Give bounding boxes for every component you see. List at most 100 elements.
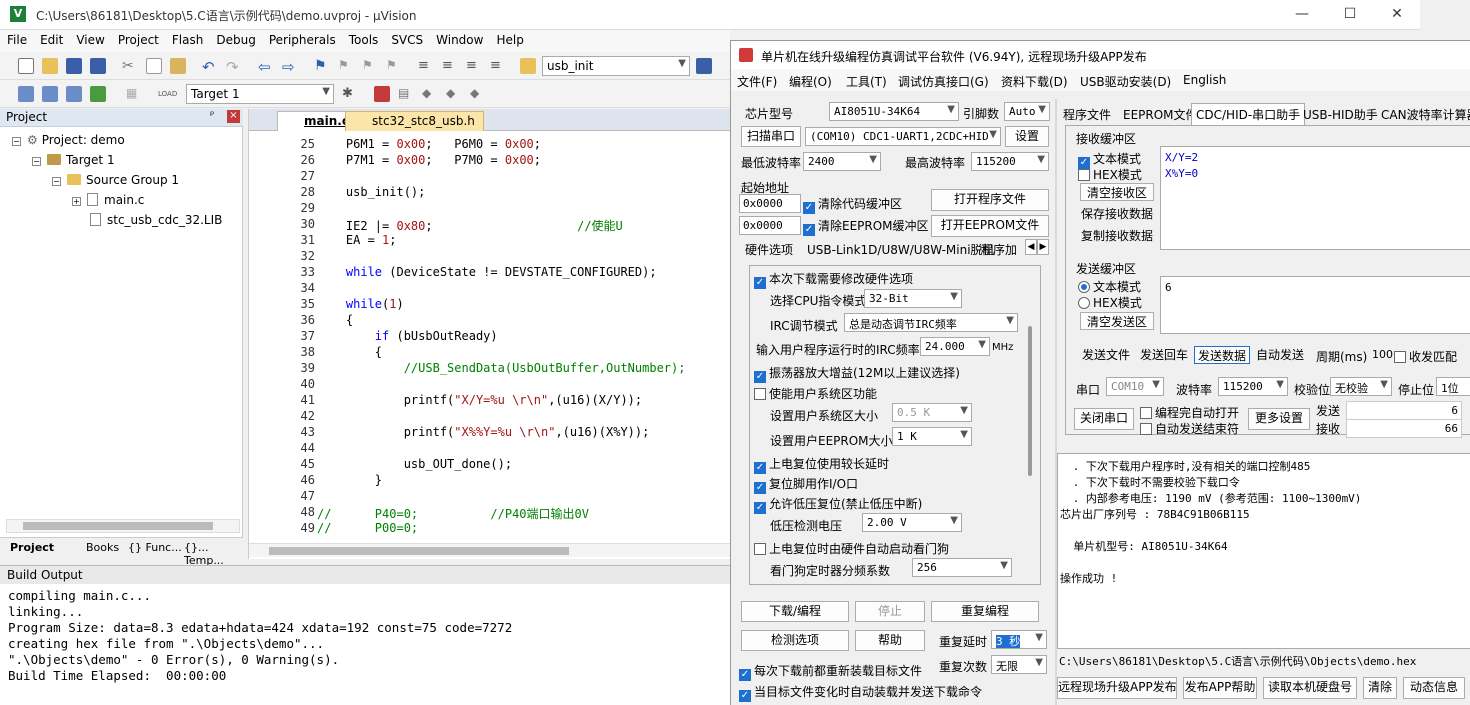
open-file-icon[interactable] <box>42 58 58 74</box>
clear-eeprom-buffer-checkbox[interactable]: ✓ 清除EEPROM缓冲区 <box>803 217 929 236</box>
find-in-files-icon[interactable] <box>520 58 536 74</box>
copy-icon[interactable] <box>146 58 162 74</box>
pins-select[interactable]: Auto ▼ <box>1004 102 1050 121</box>
tab-program-add[interactable]: 程序加 <box>981 241 1017 258</box>
select-pack-icon[interactable]: ◆ <box>446 86 462 102</box>
read-disk-number-button[interactable]: 读取本机硬盘号 <box>1263 677 1357 699</box>
copy-receive-button[interactable]: 复制接收数据 <box>1078 227 1156 245</box>
publish-app-help-button[interactable]: 发布APP帮助 <box>1183 677 1257 699</box>
clear-send-button[interactable]: 清空发送区 <box>1080 312 1154 330</box>
open-eeprom-file-button[interactable]: 打开EEPROM文件 <box>931 215 1049 237</box>
tab-templates[interactable]: {}... Temp... <box>184 541 243 567</box>
repeat-count-select[interactable]: 无限 ▼ <box>991 655 1047 674</box>
isp-menu-program[interactable]: 编程(O) <box>789 73 832 90</box>
irc-mode-select[interactable]: 总是动态调节IRC频率 ▼ <box>844 313 1018 332</box>
chip-model-select[interactable]: AI8051U-34K64 ▼ <box>829 102 959 121</box>
uncomment-icon[interactable]: ≡ <box>490 58 506 74</box>
more-settings-button[interactable]: 更多设置 <box>1248 408 1310 430</box>
isp-menu-download[interactable]: 资料下载(D) <box>1001 73 1068 90</box>
period-value[interactable]: 100 <box>1372 348 1393 361</box>
indent-icon[interactable]: ≡ <box>418 58 434 74</box>
open-program-file-button[interactable]: 打开程序文件 <box>931 189 1049 211</box>
tab-cdc-hid-serial[interactable]: CDC/HID-串口助手 <box>1191 103 1306 125</box>
menu-file[interactable]: File <box>0 30 33 47</box>
osc-gain-checkbox[interactable]: ✓ 振荡器放大增益(12M以上建议选择) <box>754 364 960 383</box>
irc-frequency-input[interactable]: 24.000 ▼ <box>920 337 990 356</box>
clear-receive-button[interactable]: 清空接收区 <box>1080 183 1154 201</box>
tab-project[interactable]: Project <box>10 541 54 554</box>
modify-hw-options-checkbox[interactable]: ✓ 本次下载需要修改硬件选项 <box>754 270 913 289</box>
reload-before-download-checkbox[interactable]: ✓ 每次下载前都重新装载目标文件 <box>739 662 922 681</box>
receive-textarea[interactable]: X/Y=2 X%Y=0 <box>1160 146 1470 250</box>
menu-help[interactable]: Help <box>489 30 529 47</box>
file-extensions-icon[interactable]: ▤ <box>398 86 414 102</box>
auto-send-terminator-checkbox[interactable]: 自动发送结束符 <box>1140 420 1239 437</box>
stop-button[interactable]: 停止 <box>855 601 925 622</box>
isp-menu-file[interactable]: 文件(F) <box>737 73 777 90</box>
tab-scroll-left-icon[interactable]: ◀ <box>1025 239 1037 255</box>
nav-forward-icon[interactable]: ⇨ <box>282 58 298 76</box>
isp-menu-english[interactable]: English <box>1183 73 1226 87</box>
port-select[interactable]: (COM10) CDC1-UART1,2CDC+HID ▼ <box>805 127 1001 146</box>
auto-send-button[interactable]: 自动发送 <box>1252 346 1308 364</box>
send-cr-button[interactable]: 发送回车 <box>1136 346 1192 364</box>
match-checkbox[interactable]: 收发匹配 <box>1394 348 1457 365</box>
panel-close-icon[interactable]: × <box>227 110 240 123</box>
watchdog-auto-start-checkbox[interactable]: 上电复位时由硬件自动启动看门狗 <box>754 540 949 557</box>
code-area[interactable]: 25 P6M1 = 0x00; P6M0 = 0x00; 26 P7M1 = 0… <box>249 131 731 537</box>
tab-program-file[interactable]: 程序文件 <box>1063 106 1111 123</box>
user-system-area-checkbox[interactable]: 使能用户系统区功能 <box>754 385 877 402</box>
clear-bookmarks-icon[interactable]: ⚑ <box>386 58 402 74</box>
menu-peripherals[interactable]: Peripherals <box>262 30 342 47</box>
pin-icon[interactable]: ᵖ <box>210 110 214 121</box>
menu-window[interactable]: Window <box>429 30 489 47</box>
tab-functions[interactable]: {} Func... <box>128 541 182 554</box>
manage-components-icon[interactable] <box>374 86 390 102</box>
find-combo[interactable]: usb_init ▼ <box>542 56 690 76</box>
download-program-button[interactable]: 下载/编程 <box>741 601 849 622</box>
help-button[interactable]: 帮助 <box>855 630 925 651</box>
tree-target[interactable]: − Target 1 <box>32 153 115 167</box>
editor-tab-header[interactable]: stc32_stc8_usb.h <box>345 111 484 131</box>
eeprom-start-address-input[interactable]: 0x0000 <box>739 216 801 235</box>
load-icon[interactable]: LOAD <box>158 86 177 102</box>
tab-hardware-options[interactable]: 硬件选项 <box>745 241 793 258</box>
repeat-delay-select[interactable]: 3 秒 ▼ <box>991 630 1047 649</box>
watchdog-divider-select[interactable]: 256 ▼ <box>912 558 1012 577</box>
target-options-icon[interactable]: ✱ <box>342 86 358 102</box>
search-icon[interactable] <box>696 58 712 74</box>
tab-usb-hid[interactable]: USB-HID助手 <box>1303 106 1378 123</box>
isp-menu-usb-driver[interactable]: USB驱动安装(D) <box>1080 73 1171 90</box>
build-icon[interactable] <box>42 86 58 102</box>
minimize-icon[interactable]: — <box>1290 4 1314 24</box>
isp-menu-debug[interactable]: 调试仿真接口(G) <box>898 73 989 90</box>
max-baud-select[interactable]: 115200 ▼ <box>971 152 1049 171</box>
send-data-button[interactable]: 发送数据 <box>1194 346 1250 364</box>
check-options-button[interactable]: 检测选项 <box>741 630 849 651</box>
scan-port-button[interactable]: 扫描串口 <box>741 126 801 147</box>
save-icon[interactable] <box>66 58 82 74</box>
long-reset-delay-checkbox[interactable]: ✓ 上电复位使用较长延时 <box>754 455 889 474</box>
code-start-address-input[interactable]: 0x0000 <box>739 194 801 213</box>
pack-installer-icon[interactable]: ◆ <box>422 86 438 102</box>
tab-can-baud[interactable]: CAN波特率计算器 <box>1381 106 1470 123</box>
send-textarea[interactable]: 6 <box>1160 276 1470 334</box>
eeprom-size-select[interactable]: 1 K ▼ <box>892 427 972 446</box>
horizontal-scrollbar[interactable] <box>6 519 240 533</box>
maximize-icon[interactable]: ☐ <box>1338 4 1362 24</box>
paste-icon[interactable] <box>170 58 186 74</box>
reset-pin-io-checkbox[interactable]: ✓ 复位脚用作I/O口 <box>754 475 858 494</box>
cut-icon[interactable]: ✂ <box>122 58 138 74</box>
bookmark-icon[interactable]: ⚑ <box>314 58 330 74</box>
redo-icon[interactable]: ↷ <box>226 58 242 76</box>
min-baud-select[interactable]: 2400 ▼ <box>803 152 881 171</box>
cpu-mode-select[interactable]: 32-Bit ▼ <box>864 289 962 308</box>
undo-icon[interactable]: ↶ <box>202 58 218 76</box>
menu-view[interactable]: View <box>69 30 110 47</box>
save-receive-button[interactable]: 保存接收数据 <box>1078 205 1156 223</box>
tab-scroll-right-icon[interactable]: ▶ <box>1037 239 1049 255</box>
tab-usb-link[interactable]: USB-Link1D/U8W/U8W-Mini脱机 <box>807 241 995 258</box>
comment-icon[interactable]: ≡ <box>466 58 482 74</box>
rebuild-icon[interactable] <box>66 86 82 102</box>
menu-project[interactable]: Project <box>111 30 165 47</box>
